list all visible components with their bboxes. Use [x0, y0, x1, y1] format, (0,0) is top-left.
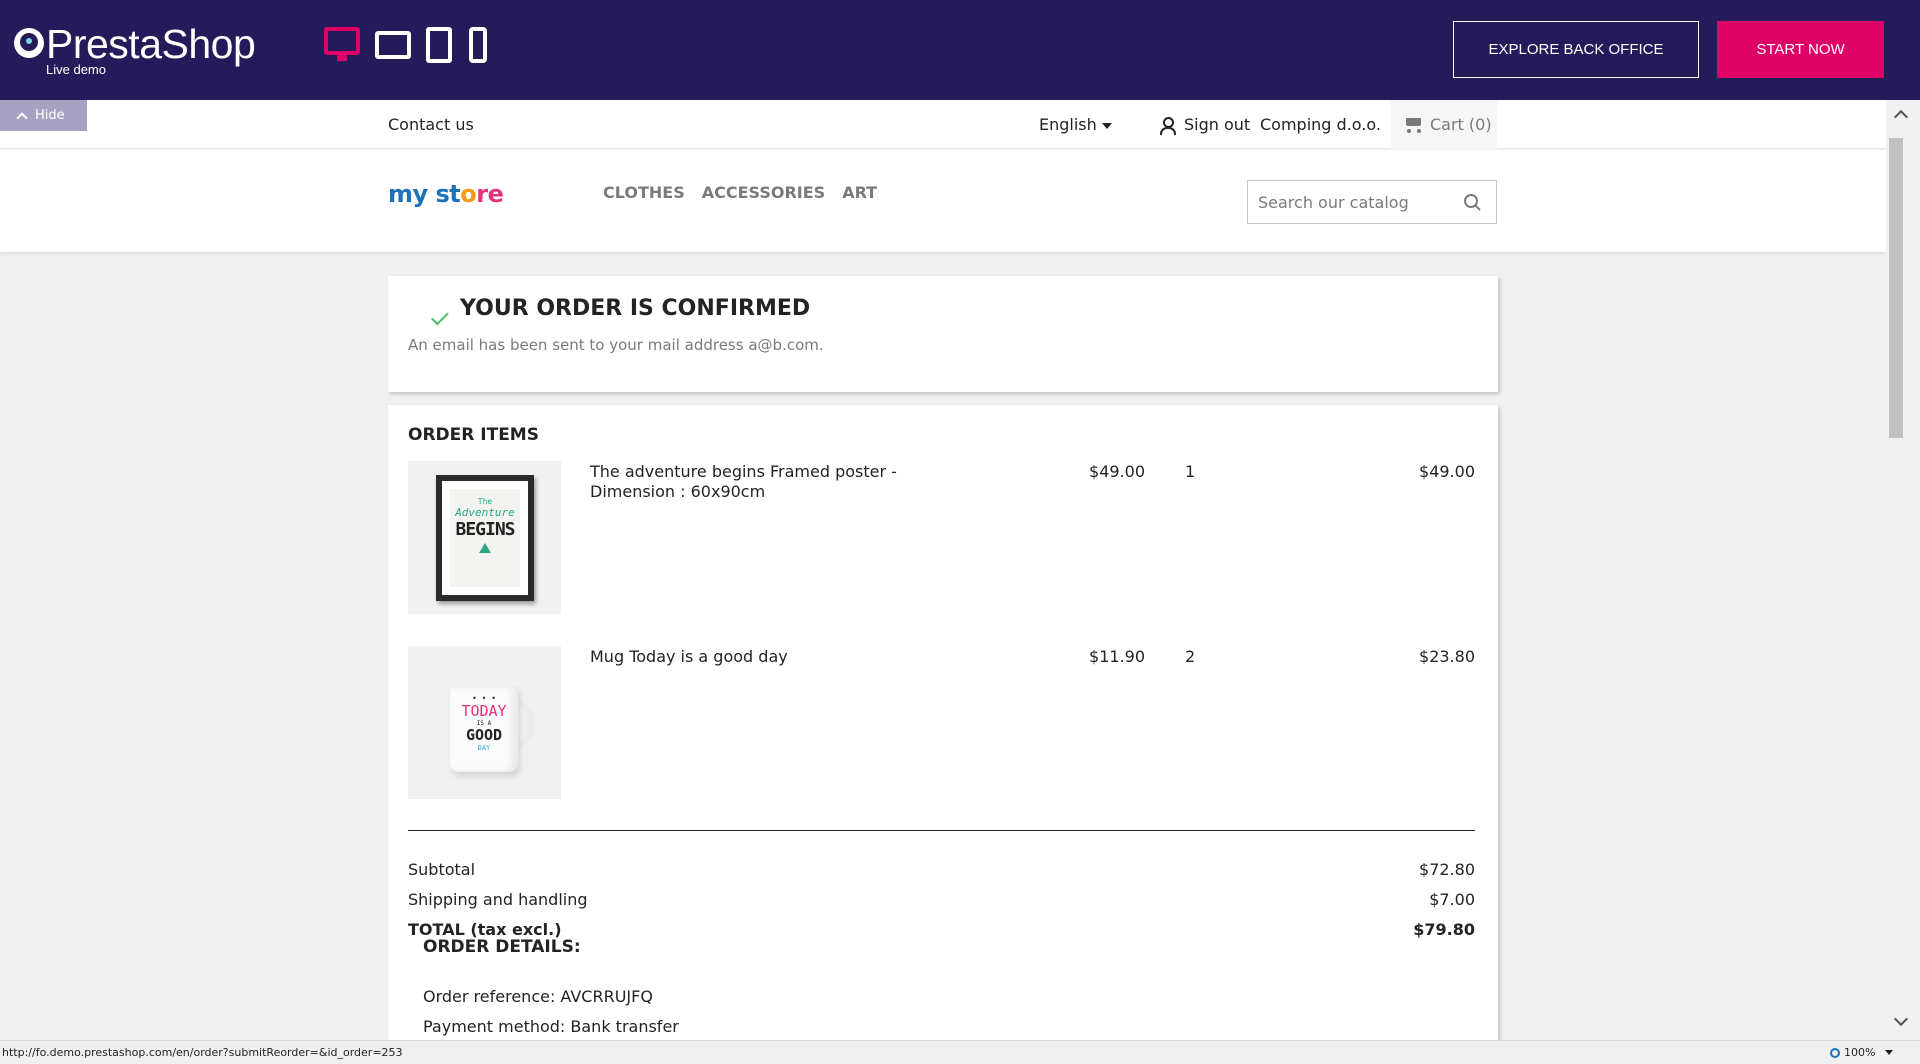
logo-part: o — [460, 180, 477, 208]
language-label: English — [1039, 115, 1097, 134]
cart-link[interactable]: Cart (0) — [1391, 100, 1497, 149]
confirmation-email-text: An email has been sent to your mail addr… — [408, 336, 824, 354]
hide-label: Hide — [35, 108, 65, 123]
search-icon[interactable] — [1464, 194, 1482, 212]
subtotal-value: $72.80 — [1419, 860, 1475, 879]
tent-icon — [479, 543, 491, 553]
tablet-landscape-icon[interactable] — [375, 27, 411, 67]
caret-down-icon — [1885, 1050, 1894, 1055]
order-details-title: ORDER DETAILS: — [423, 937, 581, 957]
shipping-row: Shipping and handling $7.00 — [408, 890, 1475, 914]
poster-text: BEGINS — [455, 519, 515, 540]
demo-header-bar: PrestaShop Live demo EXPLORE BACK OFFICE… — [0, 0, 1920, 100]
vertical-scrollbar[interactable] — [1886, 100, 1920, 1040]
order-item-row: • • • TODAY IS A GOOD DAY Mug Today is a… — [408, 646, 1475, 801]
check-icon — [424, 306, 444, 320]
account-name-link[interactable]: Comping d.o.o. — [1260, 115, 1381, 134]
scroll-down-icon[interactable] — [1893, 1011, 1909, 1027]
store-logo[interactable]: my store — [388, 180, 504, 208]
poster-text: Adventure — [455, 506, 515, 519]
desktop-icon[interactable] — [323, 27, 361, 67]
shop-viewport: Contact us English Sign out Comping d.o.… — [0, 100, 1886, 1040]
header-nav: Contact us English Sign out Comping d.o.… — [0, 100, 1886, 149]
mobile-icon[interactable] — [467, 27, 489, 67]
device-switcher — [323, 27, 489, 67]
item-quantity: 2 — [1185, 647, 1196, 666]
menu-item-accessories[interactable]: ACCESSORIES — [702, 183, 825, 202]
framed-poster-image: The Adventure BEGINS — [436, 475, 534, 601]
poster-text: The — [477, 497, 493, 506]
logo-part: st — [435, 180, 461, 208]
product-image[interactable]: The Adventure BEGINS — [408, 461, 561, 614]
search-input[interactable] — [1248, 181, 1448, 223]
tablet-portrait-icon[interactable] — [425, 27, 453, 67]
mug-text: GOOD — [465, 726, 503, 744]
item-unit-price: $11.90 — [1089, 647, 1145, 666]
order-item-row: The Adventure BEGINS The adventure begin… — [408, 461, 1475, 616]
subtotal-row: Subtotal $72.80 — [408, 860, 1475, 884]
caret-down-icon — [1101, 122, 1112, 129]
item-unit-price: $49.00 — [1089, 462, 1145, 481]
header-top: my store CLOTHES ACCESSORIES ART — [0, 150, 1886, 252]
totals-divider — [408, 830, 1475, 831]
logo-part: re — [476, 180, 504, 208]
live-demo-label: Live demo — [46, 62, 106, 77]
zoom-level: 100% — [1844, 1046, 1876, 1059]
item-total-price: $23.80 — [1419, 647, 1475, 666]
product-image[interactable]: • • • TODAY IS A GOOD DAY — [408, 646, 561, 799]
user-icon — [1158, 116, 1176, 135]
start-now-button[interactable]: START NOW — [1717, 21, 1884, 78]
menu-item-clothes[interactable]: CLOTHES — [603, 183, 685, 202]
sign-out-label: Sign out — [1184, 115, 1251, 134]
total-value: $79.80 — [1413, 920, 1475, 939]
order-items-title: ORDER ITEMS — [408, 425, 539, 445]
hide-toolbar-button[interactable]: Hide — [0, 100, 87, 131]
item-quantity: 1 — [1185, 462, 1196, 481]
mug-text: TODAY — [461, 702, 507, 720]
scroll-up-icon[interactable] — [1893, 109, 1909, 125]
order-items-card: ORDER ITEMS The Adventure BEGINS The adv… — [388, 405, 1498, 1040]
cart-label: Cart (0) — [1430, 115, 1492, 134]
magnifier-icon — [1830, 1047, 1840, 1058]
puffin-logo-icon — [14, 28, 44, 58]
logo-part: my — [388, 180, 436, 208]
main-menu: CLOTHES ACCESSORIES ART — [603, 183, 877, 202]
mug-text: DAY — [477, 744, 491, 752]
scroll-thumb[interactable] — [1889, 138, 1903, 438]
shipping-label: Shipping and handling — [408, 890, 588, 909]
payment-method: Payment method: Bank transfer — [423, 1017, 679, 1036]
prestashop-logo[interactable]: PrestaShop Live demo — [14, 21, 256, 77]
subtotal-label: Subtotal — [408, 860, 476, 879]
explore-back-office-button[interactable]: EXPLORE BACK OFFICE — [1453, 21, 1699, 78]
chevron-up-icon — [16, 111, 28, 124]
browser-status-bar: http://fo.demo.prestashop.com/en/order?s… — [0, 1040, 1920, 1064]
shipping-value: $7.00 — [1429, 890, 1475, 909]
sign-out-link[interactable]: Sign out — [1158, 115, 1251, 135]
search-widget — [1247, 180, 1497, 224]
item-name: Mug Today is a good day — [590, 647, 788, 666]
contact-us-link[interactable]: Contact us — [388, 115, 474, 134]
order-confirmation-card: YOUR ORDER IS CONFIRMED An email has bee… — [388, 276, 1498, 392]
prestashop-brand: PrestaShop — [46, 21, 256, 67]
order-reference: Order reference: AVCRRUJFQ — [423, 987, 653, 1006]
confirmation-title: YOUR ORDER IS CONFIRMED — [460, 296, 811, 321]
item-total-price: $49.00 — [1419, 462, 1475, 481]
status-url: http://fo.demo.prestashop.com/en/order?s… — [2, 1046, 403, 1059]
zoom-control[interactable]: 100% — [1830, 1046, 1894, 1059]
language-selector[interactable]: English — [1039, 115, 1112, 134]
menu-item-art[interactable]: ART — [842, 183, 877, 202]
shopping-cart-icon — [1403, 115, 1425, 135]
mug-text: • • • — [471, 694, 497, 703]
item-name: The adventure begins Framed poster - Dim… — [590, 462, 897, 501]
mug-image: • • • TODAY IS A GOOD DAY — [450, 686, 518, 772]
